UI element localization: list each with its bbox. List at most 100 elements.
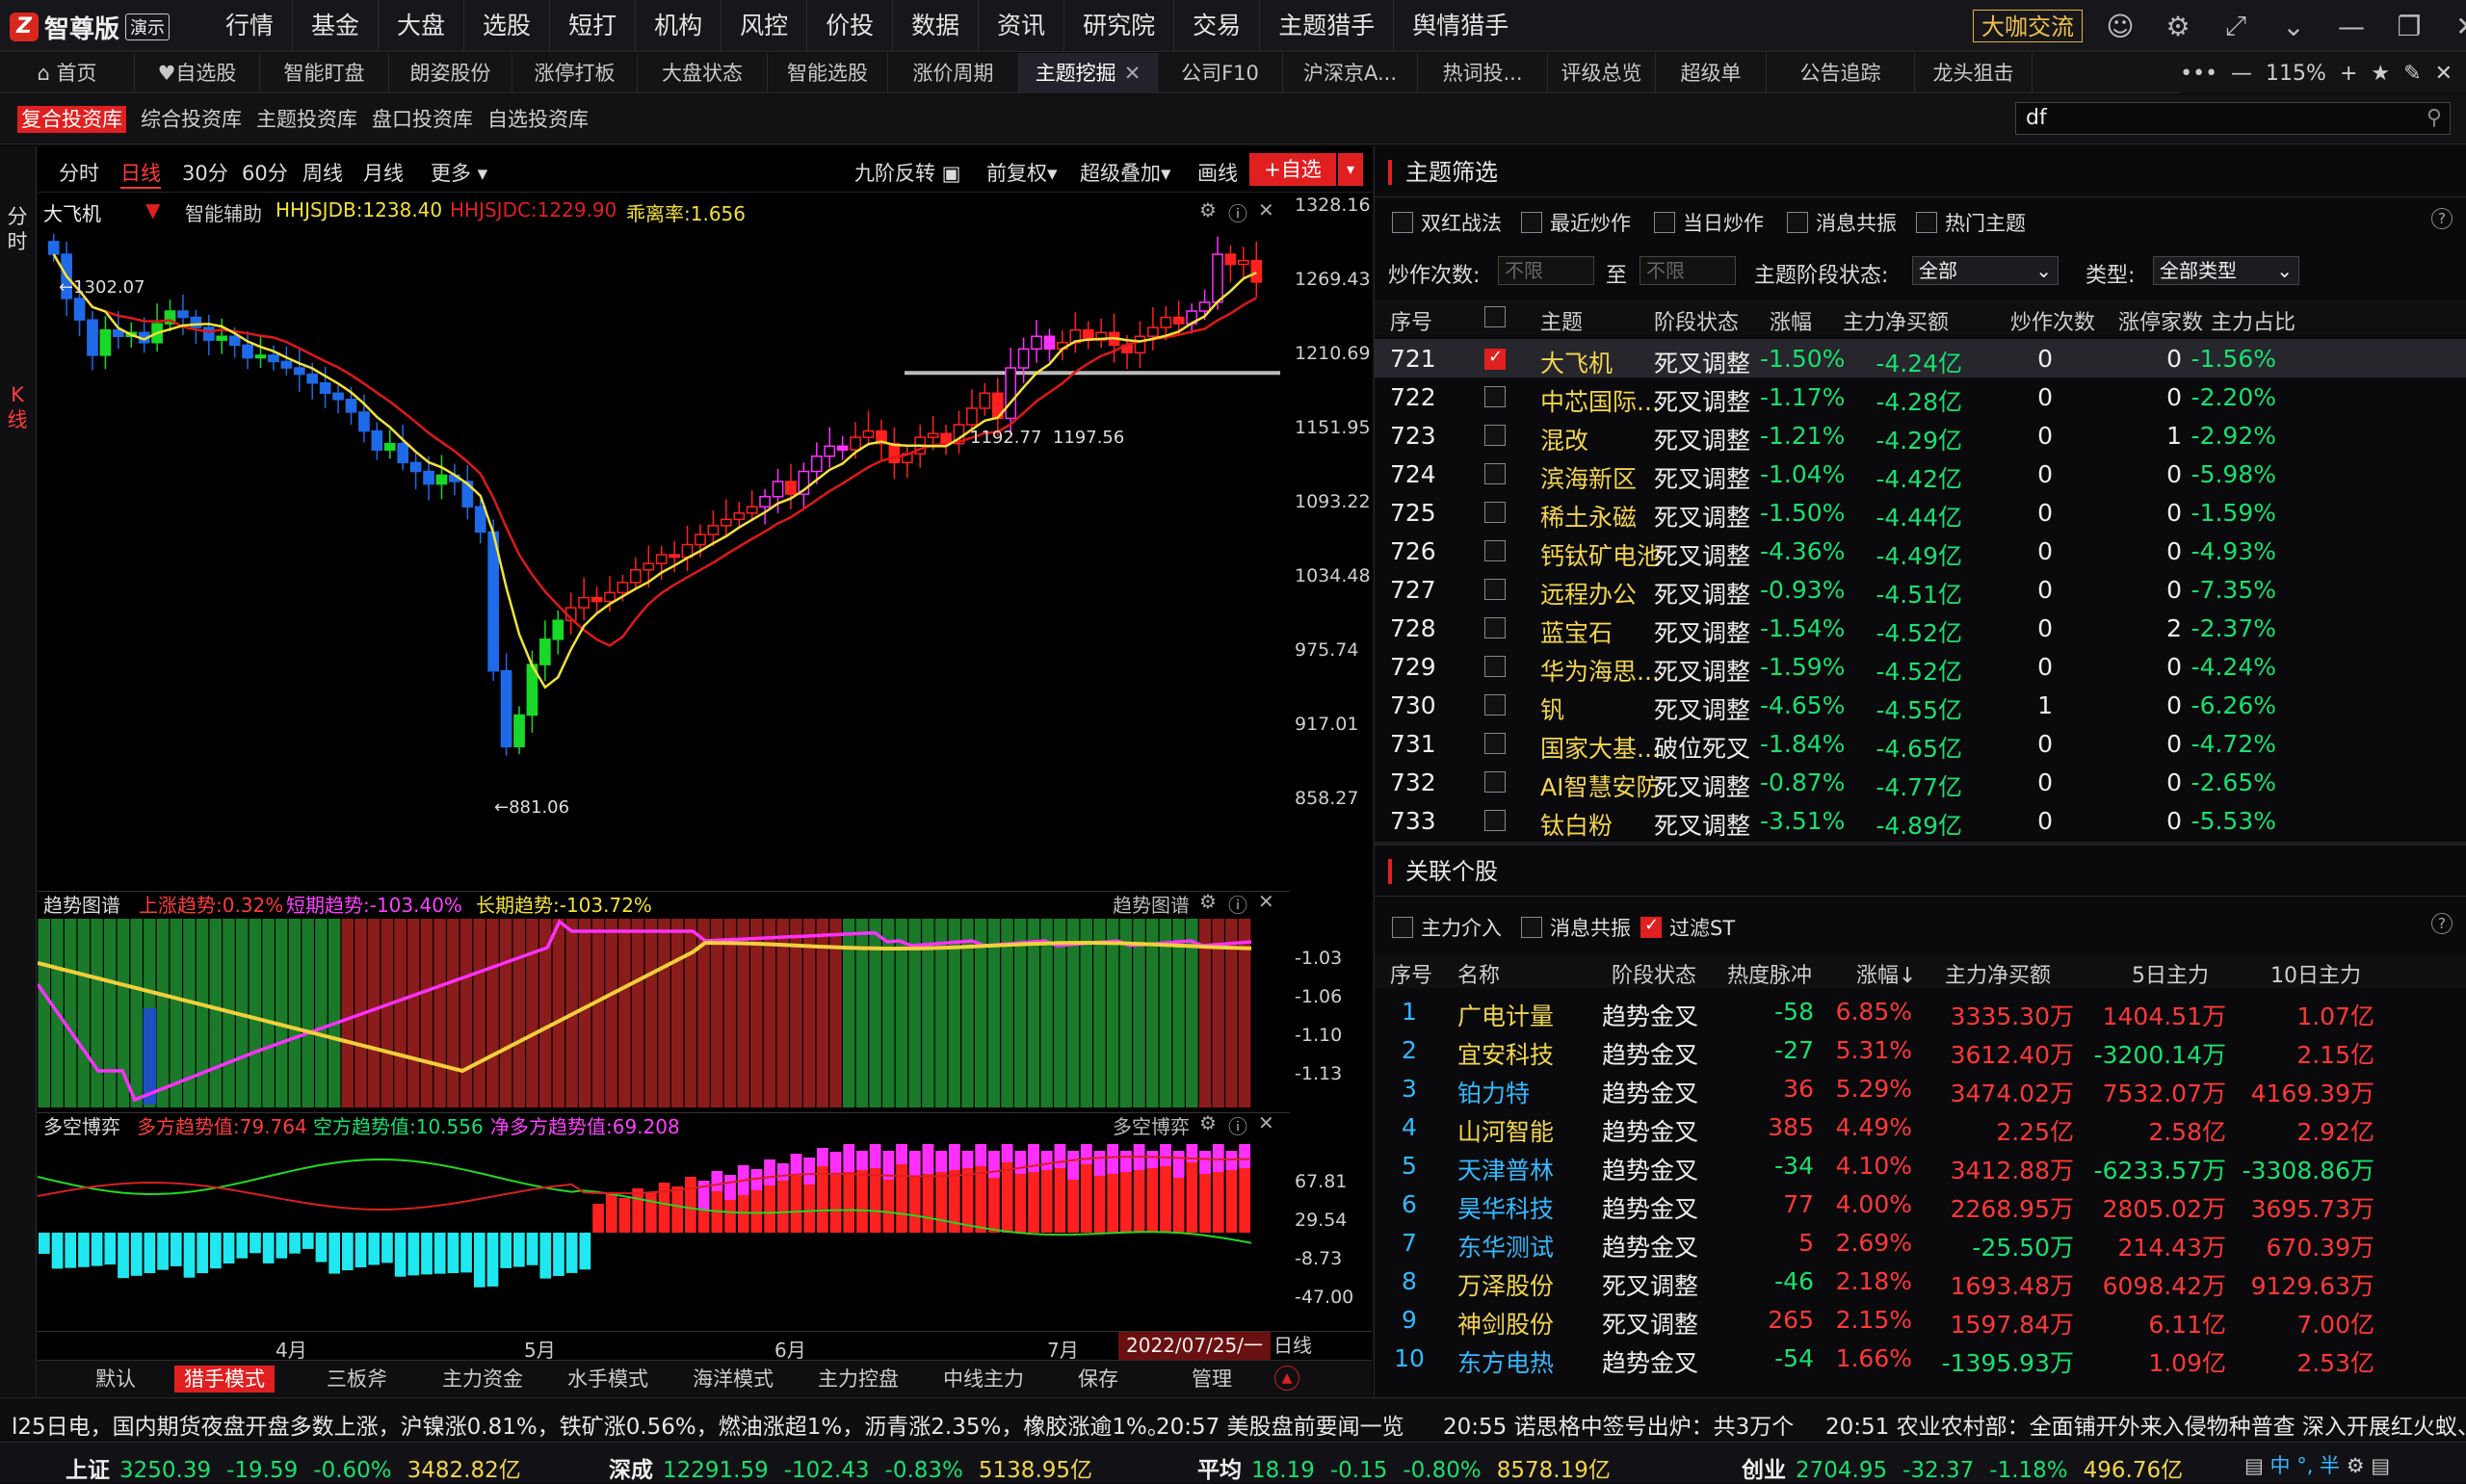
sub-tab[interactable]: 综合投资库 bbox=[137, 106, 246, 133]
column-header[interactable]: 名称 bbox=[1457, 958, 1500, 989]
column-header[interactable]: 序号 bbox=[1390, 305, 1432, 336]
filter-checkbox[interactable]: 最近炒作 bbox=[1521, 208, 1631, 237]
stock-name[interactable]: 广电计量 bbox=[1457, 998, 1554, 1032]
strategy-tab[interactable]: 猎手模式 bbox=[174, 1366, 275, 1393]
chevron-down-icon[interactable]: ⌄ bbox=[2278, 11, 2309, 42]
column-header[interactable]: 主力占比 bbox=[2211, 305, 2295, 336]
theme-name[interactable]: 华为海思... bbox=[1540, 653, 1660, 688]
search-input[interactable]: df ⚲ bbox=[2015, 102, 2451, 135]
theme-row[interactable]: 730 钒死叉调整 -4.65% -4.55亿 1 0 -6.26% bbox=[1375, 686, 2466, 724]
top-menu-item[interactable]: 研究院 bbox=[1063, 0, 1173, 52]
theme-name[interactable]: 稀土永磁 bbox=[1540, 499, 1637, 534]
strategy-tab[interactable]: 默认 bbox=[86, 1366, 145, 1393]
pen-icon[interactable]: ✎ bbox=[2403, 62, 2421, 86]
tab-item[interactable]: 朗姿股份 bbox=[389, 53, 512, 93]
theme-row[interactable]: 732 AI智慧安防 死叉调整 -0.87% -4.77亿 0 0 -2.65% bbox=[1375, 763, 2466, 801]
top-menu-item[interactable]: 选股 bbox=[463, 0, 549, 52]
row-checkbox[interactable] bbox=[1484, 425, 1506, 446]
fuquan-dropdown[interactable]: 前复权▾ bbox=[986, 158, 1058, 187]
checkbox-icon[interactable] bbox=[1654, 212, 1675, 233]
top-menu-item[interactable]: 数据 bbox=[892, 0, 978, 52]
column-header[interactable]: 炒作次数 bbox=[2010, 305, 2095, 336]
row-checkbox[interactable] bbox=[1484, 656, 1506, 677]
theme-row[interactable]: 733 钛白粉 死叉调整 -3.51% -4.89亿 0 0 -5.53% bbox=[1375, 801, 2466, 840]
sub-tab[interactable]: 盘口投资库 bbox=[368, 106, 477, 133]
tab-item[interactable]: 主题挖掘 ✕ bbox=[1019, 53, 1158, 93]
news-item[interactable]: 20:51 农业农村部：全面铺开外来入侵物种普查 深入开展红火蚁、 bbox=[1825, 1408, 2466, 1441]
column-header[interactable]: 涨幅↓ bbox=[1856, 958, 1916, 989]
tab-close-icon[interactable]: ✕ bbox=[1124, 62, 1141, 85]
checkbox-icon[interactable] bbox=[1521, 212, 1542, 233]
stock-row[interactable]: 2 宜安科技 趋势金叉 -27 5.31% 3612.40万 -3200.14万 2.15亿 bbox=[1375, 1030, 2466, 1069]
index-item[interactable]: 上证 3250.39 -19.59 -0.60% 3482.82亿 bbox=[66, 1451, 521, 1484]
dakai-button[interactable]: 大咖交流 bbox=[1973, 10, 2083, 42]
column-header[interactable]: 阶段状态 bbox=[1654, 305, 1739, 336]
column-header[interactable]: 主力净买额 bbox=[1945, 958, 2051, 989]
column-header[interactable]: 10日主力 bbox=[2270, 958, 2361, 989]
strategy-tab[interactable]: 主力控盘 bbox=[808, 1366, 908, 1393]
checkbox-icon[interactable] bbox=[1521, 917, 1542, 938]
stock-name[interactable]: 宜安科技 bbox=[1457, 1036, 1554, 1071]
chaozuo-max-input[interactable]: 不限 bbox=[1640, 256, 1736, 285]
theme-name[interactable]: 远程办公 bbox=[1540, 576, 1637, 611]
close-icon[interactable]: ✕ bbox=[1258, 1111, 1274, 1134]
row-checkbox[interactable] bbox=[1484, 771, 1506, 793]
row-checkbox[interactable] bbox=[1484, 694, 1506, 716]
period-tab[interactable]: 周线 bbox=[302, 158, 343, 187]
stock-row[interactable]: 1 广电计量 趋势金叉 -58 6.85% 3335.30万 1404.51万 1.07亿 bbox=[1375, 992, 2466, 1030]
tab-item[interactable]: ⌂ 首页 bbox=[0, 53, 135, 93]
theme-name[interactable]: 混改 bbox=[1540, 422, 1588, 456]
checkbox-icon[interactable] bbox=[1916, 212, 1937, 233]
stock-row[interactable]: 4 山河智能 趋势金叉 385 4.49% 2.25亿 2.58亿 2.92亿 bbox=[1375, 1107, 2466, 1146]
row-checkbox[interactable] bbox=[1484, 579, 1506, 600]
top-menu-item[interactable]: 交易 bbox=[1173, 0, 1259, 52]
checkbox-icon[interactable] bbox=[1640, 915, 1662, 938]
period-tab[interactable]: 60分 bbox=[242, 158, 288, 187]
column-header[interactable]: 涨停家数 bbox=[2118, 305, 2203, 336]
theme-row[interactable]: 726 钙钛矿电池 死叉调整 -4.36% -4.49亿 0 0 -4.93% bbox=[1375, 532, 2466, 570]
period-tab[interactable]: 30分 bbox=[182, 158, 228, 187]
stock-row[interactable]: 5 天津普林 趋势金叉 -34 4.10% 3412.88万 -6233.57万 -3308.… bbox=[1375, 1146, 2466, 1185]
theme-name[interactable]: 国家大基... bbox=[1540, 730, 1660, 765]
top-menu-item[interactable]: 机构 bbox=[635, 0, 721, 52]
stock-name[interactable]: 天津普林 bbox=[1457, 1152, 1554, 1186]
period-tab[interactable]: 更多 ▾ bbox=[431, 158, 487, 187]
column-header[interactable]: 序号 bbox=[1390, 958, 1432, 989]
tab-item[interactable]: 涨价周期 bbox=[888, 53, 1019, 93]
top-menu-item[interactable]: 基金 bbox=[292, 0, 378, 52]
theme-row[interactable]: 723 混改 死叉调整 -1.21% -4.29亿 0 1 -2.92% bbox=[1375, 416, 2466, 455]
theme-row[interactable]: 724 滨海新区 死叉调整 -1.04% -4.42亿 0 0 -5.98% bbox=[1375, 455, 2466, 493]
theme-name[interactable]: 钙钛矿电池 bbox=[1540, 537, 1661, 572]
theme-row[interactable]: 722 中芯国际... 死叉调整 -1.17% -4.28亿 0 0 -2.20% bbox=[1375, 378, 2466, 416]
add-watchlist-button[interactable]: +自选 bbox=[1249, 153, 1336, 186]
top-menu-item[interactable]: 舆情猎手 bbox=[1393, 0, 1527, 52]
huaxian-button[interactable]: 画线 bbox=[1197, 158, 1238, 187]
filter-checkbox[interactable]: 热门主题 bbox=[1916, 208, 2026, 237]
filter-checkbox[interactable]: 双红战法 bbox=[1392, 208, 1502, 237]
strategy-tab[interactable]: 管理 bbox=[1182, 1366, 1242, 1393]
row-checkbox[interactable] bbox=[1484, 810, 1506, 831]
app-logo[interactable]: Z 智尊版 演示 bbox=[10, 10, 171, 44]
shrink-icon[interactable]: ⤢ bbox=[2220, 10, 2251, 42]
filter-checkbox[interactable]: 过滤ST bbox=[1640, 913, 1735, 942]
theme-name[interactable]: 蓝宝石 bbox=[1540, 614, 1613, 649]
index-item[interactable]: 深成 12291.59 -102.43 -0.83% 5138.95亿 bbox=[609, 1451, 1092, 1484]
help-icon[interactable]: ? bbox=[2431, 913, 2453, 934]
stock-name[interactable]: 山河智能 bbox=[1457, 1113, 1554, 1148]
theme-row[interactable]: 729 华为海思... 死叉调整 -1.59% -4.52亿 0 0 -4.24% bbox=[1375, 647, 2466, 686]
add-watchlist-dropdown-icon[interactable]: ▾ bbox=[1338, 153, 1363, 186]
news-item[interactable]: l25日电，国内期货夜盘开盘多数上涨，沪镍涨0.81%，铁矿涨0.56%，燃油涨… bbox=[12, 1408, 1169, 1441]
settings-icon[interactable]: ⚙ bbox=[1199, 1111, 1217, 1134]
tab-item[interactable]: 超级单 bbox=[1656, 53, 1767, 93]
select-all-checkbox[interactable] bbox=[1484, 306, 1506, 327]
strategy-tab[interactable]: 海洋模式 bbox=[683, 1366, 783, 1393]
stock-name[interactable]: 万泽股份 bbox=[1457, 1267, 1554, 1302]
kline-toggle[interactable]: K 线 bbox=[4, 382, 31, 432]
chaozuo-min-input[interactable]: 不限 bbox=[1498, 256, 1594, 285]
close-icon[interactable]: ✕ bbox=[2452, 11, 2466, 42]
theme-name[interactable]: 中芯国际... bbox=[1540, 383, 1660, 418]
row-checkbox[interactable] bbox=[1484, 540, 1506, 561]
tab-item[interactable]: 龙头狙击 bbox=[1915, 53, 2033, 93]
news-item[interactable]: 20:55 诺思格中签号出炉：共3万个 bbox=[1443, 1408, 1794, 1441]
row-checkbox[interactable] bbox=[1484, 502, 1506, 523]
